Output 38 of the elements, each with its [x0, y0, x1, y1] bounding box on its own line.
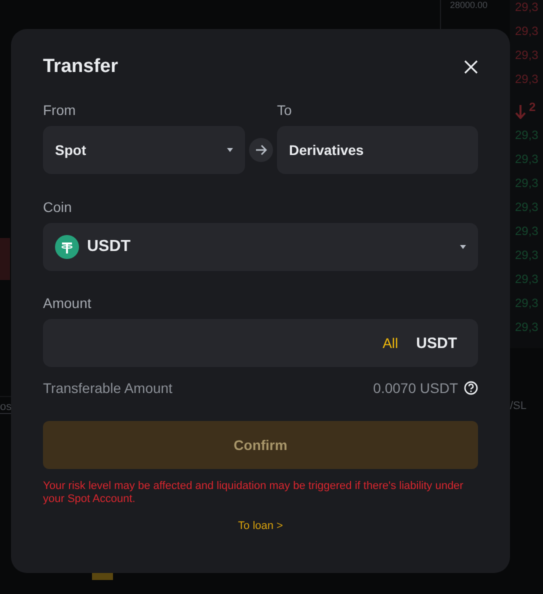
bid-price: 29,3: [515, 128, 540, 144]
last-price: 2: [529, 100, 536, 116]
candle-bar: [0, 238, 10, 280]
arrow-right-icon[interactable]: [249, 138, 273, 162]
bid-price: 29,3: [515, 248, 540, 264]
caret-icon: [460, 245, 466, 249]
all-button[interactable]: All: [382, 335, 398, 351]
bid-price: 29,3: [515, 200, 540, 216]
price-label: 28000.00: [450, 0, 488, 10]
field-label: Coin: [43, 199, 73, 215]
help-icon[interactable]: [464, 381, 478, 395]
bid-price: 29,3: [515, 296, 540, 312]
from-dropdown[interactable]: Spot: [43, 126, 245, 174]
close-button[interactable]: [464, 60, 478, 74]
down-arrow-icon: [515, 105, 526, 119]
ask-price: 29,3: [515, 0, 540, 16]
loan-link[interactable]: To loan >: [238, 520, 283, 532]
field-label: From: [43, 102, 77, 118]
transferable-value: 0.0070 USDT: [373, 380, 458, 396]
bid-price: 29,3: [515, 320, 540, 336]
ask-price: 29,3: [515, 72, 540, 88]
bid-price: 29,3: [515, 152, 540, 168]
to-dropdown[interactable]: Derivatives: [277, 126, 478, 174]
field-label: To: [277, 102, 293, 118]
coin-dropdown[interactable]: USDT: [43, 223, 478, 271]
amount-field[interactable]: All USDT: [43, 319, 478, 367]
unit-label: USDT: [416, 334, 457, 352]
ask-price: 29,3: [515, 24, 540, 40]
ask-price: 29,3: [515, 48, 540, 64]
caret-icon: [227, 148, 233, 152]
dialog-title: Transfer: [43, 56, 118, 78]
warning-text: Your risk level may be affected and liquidation may be triggered if there's liability under your Spot Account.: [43, 480, 464, 506]
bid-price: 29,3: [515, 272, 540, 288]
bid-price: 29,3: [515, 176, 540, 192]
field-label: Amount: [43, 295, 92, 311]
bid-price: 29,3: [515, 224, 540, 240]
transferable-label: Transferable Amount: [43, 380, 172, 396]
coin-icon: [55, 235, 79, 259]
